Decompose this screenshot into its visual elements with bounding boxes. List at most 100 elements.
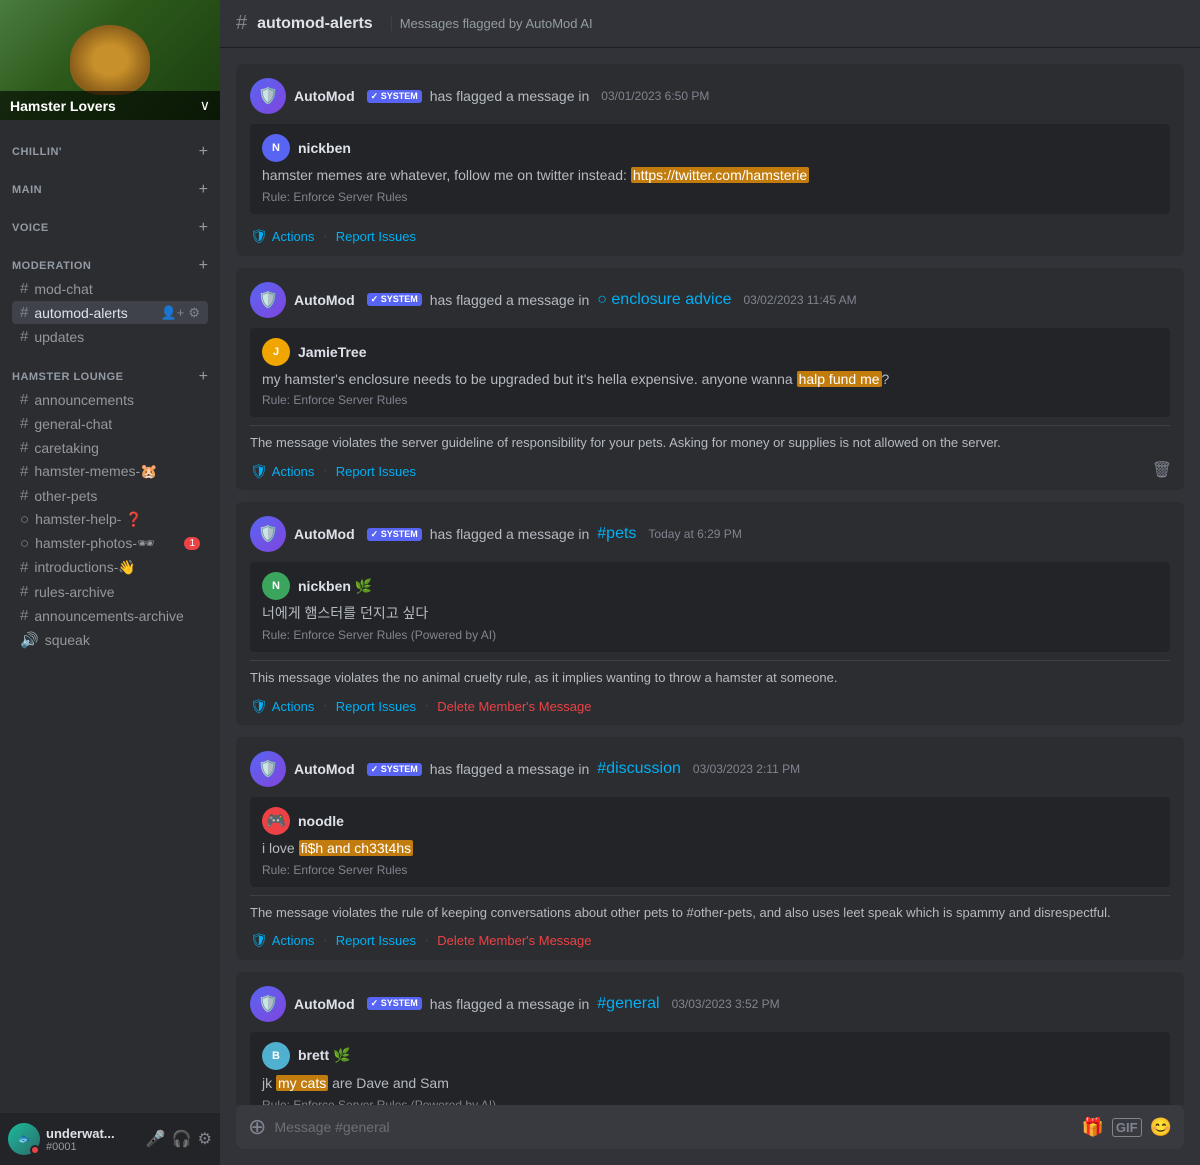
channel-name: caretaking — [34, 440, 99, 456]
system-badge: ✓ SYSTEM — [367, 528, 422, 541]
action-bar: 🛡 Actions · Report Issues · Delete Membe… — [250, 926, 1170, 950]
action-bar: 🛡 Actions · Report Issues — [250, 456, 1170, 480]
settings-icon[interactable]: ⚙ — [198, 1129, 212, 1149]
report-issues-link[interactable]: Report Issues — [336, 699, 416, 714]
message-author: nickben 🌿 — [298, 578, 372, 595]
category-label: VOICE — [12, 222, 49, 234]
sidebar-item-introductions[interactable]: # introductions-👋 — [12, 556, 208, 579]
add-channel-icon[interactable]: + — [199, 144, 208, 160]
flagged-text: has flagged a message in — [430, 292, 590, 308]
delete-member-message-link[interactable]: Delete Member's Message — [437, 699, 591, 714]
sidebar-item-squeak[interactable]: 🔊 squeak — [12, 628, 208, 652]
action-bar: 🛡 Actions · Report Issues · Delete Membe… — [250, 691, 1170, 715]
sidebar-item-announcements-archive[interactable]: # announcements-archive — [12, 604, 208, 627]
automod-name: AutoMod — [294, 996, 355, 1012]
channel-name: mod-chat — [34, 281, 92, 297]
sidebar-item-hamster-memes[interactable]: # hamster-memes-🐹 — [12, 460, 208, 483]
gif-button[interactable]: GIF — [1112, 1118, 1142, 1137]
report-issues-link[interactable]: Report Issues — [336, 933, 416, 948]
sidebar-item-other-pets[interactable]: # other-pets — [12, 484, 208, 507]
automod-avatar: 🛡️ — [250, 751, 286, 787]
message-author: JamieTree — [298, 344, 367, 360]
channel-link-general[interactable]: #general — [597, 995, 659, 1013]
add-member-icon[interactable]: 👤+ — [161, 305, 185, 321]
automod-name: AutoMod — [294, 761, 355, 777]
user-avatar-wrap: 🐟 — [8, 1123, 40, 1155]
alert-header: 🛡️ AutoMod ✓ SYSTEM has flagged a messag… — [250, 751, 1170, 787]
actions-label: Actions — [272, 933, 315, 948]
flagged-message: N nickben hamster memes are whatever, fo… — [250, 124, 1170, 214]
sidebar-item-mod-chat[interactable]: # mod-chat — [12, 277, 208, 300]
add-channel-icon[interactable]: + — [199, 182, 208, 198]
violation-reason: This message violates the no animal crue… — [250, 660, 1170, 691]
add-attachment-button[interactable]: ⊕ — [248, 1114, 266, 1140]
sidebar-item-updates[interactable]: # updates — [12, 325, 208, 348]
category-header-hamster-lounge[interactable]: HAMSTER LOUNGE + — [8, 367, 212, 387]
alert-card: 🛡️ AutoMod ✓ SYSTEM has flagged a messag… — [236, 502, 1184, 725]
sidebar-item-caretaking[interactable]: # caretaking — [12, 436, 208, 459]
category-header-main[interactable]: MAIN + — [8, 180, 212, 200]
alert-card: 🛡️ AutoMod ✓ SYSTEM has flagged a messag… — [236, 737, 1184, 960]
rule-text: Rule: Enforce Server Rules — [262, 190, 1158, 204]
channel-name: hamster-photos-🕶 — [35, 535, 155, 552]
hash-icon: # — [20, 391, 28, 408]
message-avatar: B — [262, 1042, 290, 1070]
hash-icon: # — [20, 280, 28, 297]
actions-label: Actions — [272, 699, 315, 714]
user-controls: 🎤 🎧 ⚙ — [146, 1129, 212, 1149]
sidebar-item-rules-archive[interactable]: # rules-archive — [12, 580, 208, 603]
delete-member-message-link[interactable]: Delete Member's Message — [437, 933, 591, 948]
category-header-moderation[interactable]: MODERATION + — [8, 256, 212, 276]
hash-icon: # — [20, 559, 28, 576]
report-issues-link[interactable]: Report Issues — [336, 464, 416, 479]
flagged-message: J JamieTree my hamster's enclosure needs… — [250, 328, 1170, 418]
sidebar-item-announcements[interactable]: # announcements — [12, 388, 208, 411]
actions-button[interactable]: 🛡 Actions — [250, 228, 314, 245]
automod-avatar: 🛡️ — [250, 986, 286, 1022]
report-issues-link[interactable]: Report Issues — [336, 229, 416, 244]
actions-button[interactable]: 🛡 Actions — [250, 698, 314, 715]
actions-button[interactable]: 🛡 Actions — [250, 932, 314, 949]
hash-icon: # — [20, 304, 28, 321]
automod-name: AutoMod — [294, 292, 355, 308]
channel-link-discussion[interactable]: #discussion — [597, 760, 681, 778]
channel-link-pets[interactable]: #pets — [597, 525, 636, 543]
flagged-message: N nickben 🌿 너에게 햄스터를 던지고 싶다 Rule: Enforc… — [250, 562, 1170, 652]
sidebar-item-hamster-photos[interactable]: ○ hamster-photos-🕶 1 — [12, 532, 208, 555]
message-content: hamster memes are whatever, follow me on… — [262, 166, 1158, 186]
automod-avatar: 🛡️ — [250, 78, 286, 114]
sidebar-item-hamster-help[interactable]: ○ hamster-help- ❓ — [12, 508, 208, 531]
microphone-icon[interactable]: 🎤 — [146, 1129, 166, 1149]
emoji-icon[interactable]: 😊 — [1150, 1117, 1172, 1138]
hash-icon: # — [20, 583, 28, 600]
message-author: noodle — [298, 813, 344, 829]
server-header[interactable]: Hamster Lovers ∨ — [0, 0, 220, 120]
automod-avatar: 🛡️ — [250, 516, 286, 552]
category-hamster-lounge: HAMSTER LOUNGE + # announcements # gener… — [0, 353, 220, 657]
status-indicator — [30, 1145, 40, 1155]
system-badge: ✓ SYSTEM — [367, 997, 422, 1010]
channel-link-enclosure[interactable]: ○ enclosure advice — [597, 291, 731, 309]
message-content: my hamster's enclosure needs to be upgra… — [262, 370, 1158, 390]
user-bar: 🐟 underwat... #0001 🎤 🎧 ⚙ — [0, 1113, 220, 1165]
hash-icon: # — [20, 487, 28, 504]
actions-button[interactable]: 🛡 Actions — [250, 463, 314, 480]
message-input[interactable] — [274, 1119, 1073, 1135]
headphones-icon[interactable]: 🎧 — [172, 1129, 192, 1149]
message-avatar: J — [262, 338, 290, 366]
automod-name: AutoMod — [294, 526, 355, 542]
add-channel-icon[interactable]: + — [199, 220, 208, 236]
category-header-chillin[interactable]: CHILLIN' + — [8, 142, 212, 162]
gift-icon[interactable]: 🎁 — [1081, 1117, 1103, 1138]
add-channel-icon[interactable]: + — [199, 258, 208, 274]
add-channel-icon[interactable]: + — [199, 369, 208, 385]
sidebar-item-automod-alerts[interactable]: # automod-alerts 👤+ ⚙ — [12, 301, 208, 324]
category-header-voice[interactable]: VOICE + — [8, 218, 212, 238]
sidebar-item-general-chat[interactable]: # general-chat — [12, 412, 208, 435]
settings-icon[interactable]: ⚙ — [188, 305, 200, 321]
bubble-icon: ○ — [20, 535, 29, 552]
trash-icon[interactable]: 🗑 — [1152, 460, 1172, 480]
rule-text: Rule: Enforce Server Rules (Powered by A… — [262, 628, 1158, 642]
system-badge: ✓ SYSTEM — [367, 763, 422, 776]
system-badge: ✓ SYSTEM — [367, 293, 422, 306]
